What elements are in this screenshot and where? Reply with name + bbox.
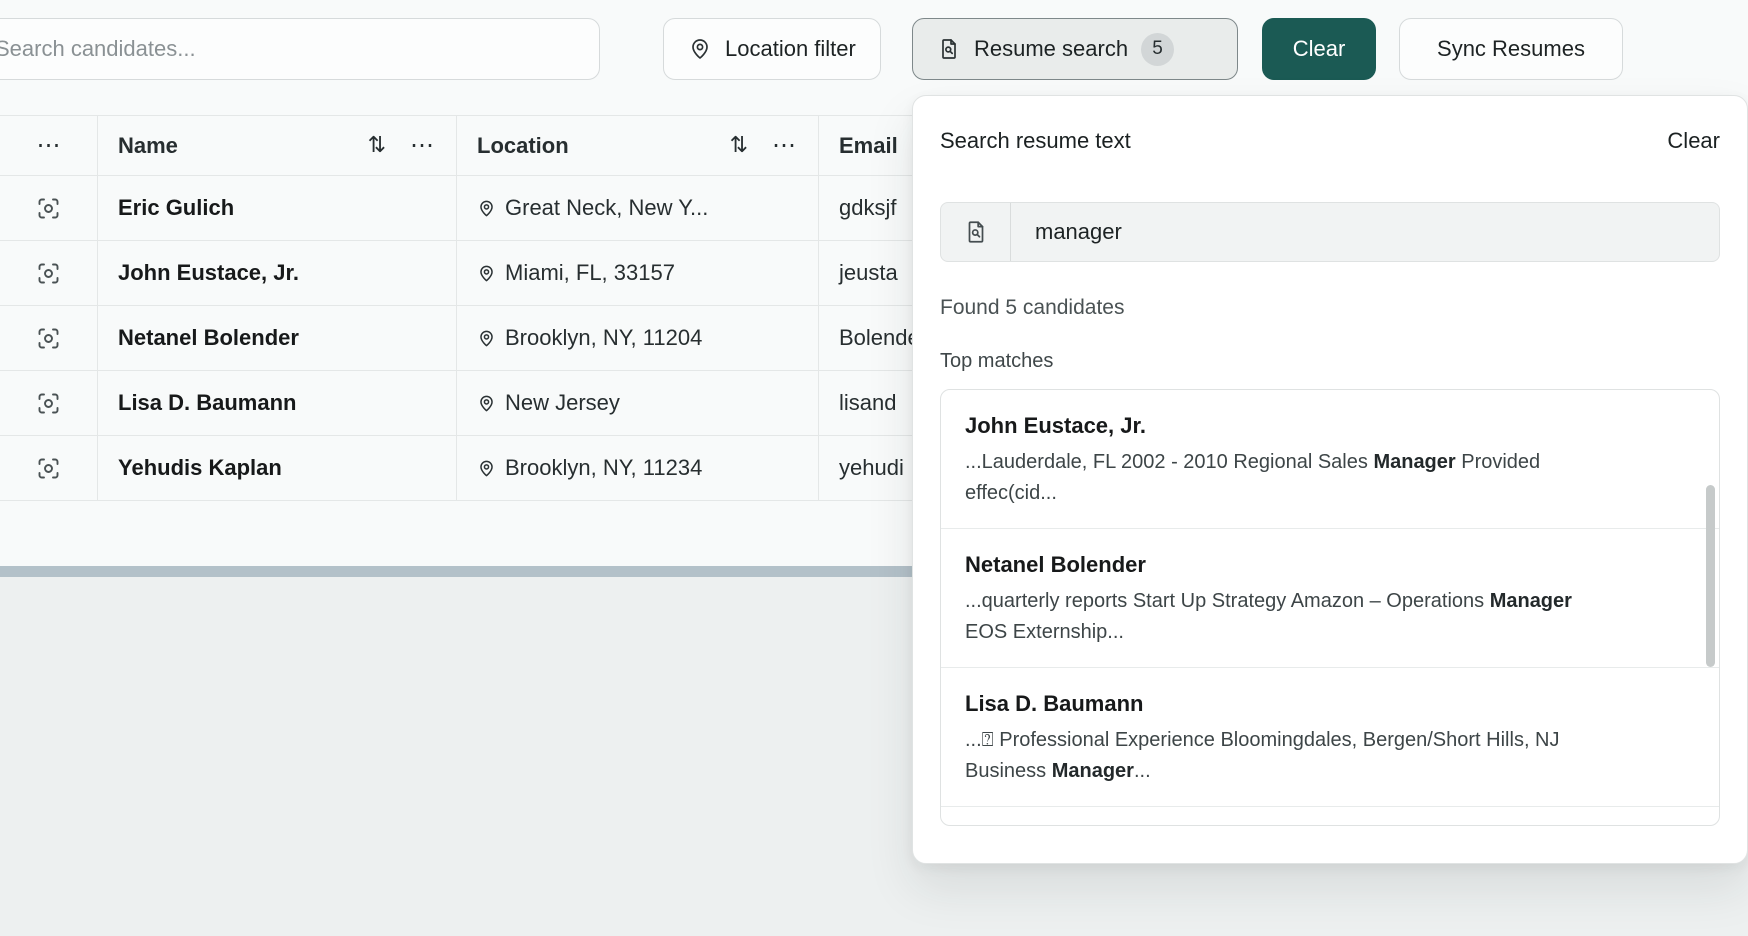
sort-icon-name[interactable]: ⇅ [368,133,386,158]
found-count-text: Found 5 candidates [940,296,1720,320]
location-filter-label: Location filter [725,36,856,62]
top-matches-label: Top matches [940,350,1720,373]
column-header-location: Location [477,133,569,159]
result-snippet: ...⍰ Professional Experience Bloomingdal… [965,725,1577,787]
sync-resumes-label: Sync Resumes [1437,36,1585,62]
row-menu-icon[interactable]: ⋯ [37,134,61,158]
file-search-icon [937,37,961,61]
clear-button[interactable]: Clear [1262,18,1376,80]
highlight-term: Manager [1373,451,1455,473]
result-item[interactable]: Lisa D. Baumann ...⍰ Professional Experi… [941,668,1719,807]
clear-button-label: Clear [1293,36,1346,62]
resume-query-input[interactable] [1011,219,1719,245]
scan-resume-icon[interactable] [35,455,62,482]
result-item[interactable]: Netanel Bolender ...quarterly reports St… [941,529,1719,668]
scan-resume-icon[interactable] [35,195,62,222]
candidates-page: Location filter Resume search 5 Clear Sy… [0,0,1748,936]
popover-clear-link[interactable]: Clear [1667,128,1720,154]
candidate-name: Netanel Bolender [98,306,457,370]
column-menu-icon-location[interactable]: ⋯ [772,134,796,158]
highlight-term: Manager [1490,590,1572,612]
result-item[interactable]: John Eustace, Jr. ...Lauderdale, FL 2002… [941,390,1719,529]
scan-resume-icon[interactable] [35,260,62,287]
scan-resume-icon[interactable] [35,390,62,417]
location-pin-icon [477,199,496,218]
column-menu-icon-name[interactable]: ⋯ [410,134,434,158]
result-candidate-name: Netanel Bolender [965,552,1679,578]
column-header-email: Email [839,133,898,159]
location-pin-icon [477,329,496,348]
candidate-location: Great Neck, New Y... [457,176,819,240]
resume-search-button[interactable]: Resume search 5 [912,18,1238,80]
horizontal-scrollbar[interactable] [0,566,912,577]
result-candidate-name: Lisa D. Baumann [965,691,1679,717]
candidate-location: Miami, FL, 33157 [457,241,819,305]
resume-search-count-badge: 5 [1141,33,1174,66]
result-snippet: ...Lauderdale, FL 2002 - 2010 Regional S… [965,447,1577,509]
column-header-name: Name [118,133,178,159]
sort-icon-location[interactable]: ⇅ [730,133,748,158]
resume-search-popover: Search resume text Clear Found 5 candida… [912,95,1748,864]
candidate-location: Brooklyn, NY, 11234 [457,436,819,500]
highlight-term: Manager [1052,760,1134,782]
scan-resume-icon[interactable] [35,325,62,352]
candidate-name: Eric Gulich [98,176,457,240]
toolbar: Location filter Resume search 5 Clear Sy… [0,0,1748,98]
result-snippet: ...quarterly reports Start Up Strategy A… [965,586,1577,648]
resume-search-label: Resume search [974,36,1128,62]
location-pin-icon [477,394,496,413]
sync-resumes-button[interactable]: Sync Resumes [1399,18,1623,80]
candidate-location: New Jersey [457,371,819,435]
location-pin-icon [688,37,712,61]
search-input[interactable] [0,18,600,80]
results-list: John Eustace, Jr. ...Lauderdale, FL 2002… [940,389,1720,826]
result-candidate-name: John Eustace, Jr. [965,413,1679,439]
location-pin-icon [477,459,496,478]
popover-title: Search resume text [940,128,1131,154]
location-filter-button[interactable]: Location filter [663,18,881,80]
candidate-name: Yehudis Kaplan [98,436,457,500]
location-pin-icon [477,264,496,283]
file-search-icon [941,203,1011,261]
candidate-location: Brooklyn, NY, 11204 [457,306,819,370]
resume-query-field [940,202,1720,262]
results-scrollbar[interactable] [1706,485,1715,667]
candidate-name: Lisa D. Baumann [98,371,457,435]
candidate-name: John Eustace, Jr. [98,241,457,305]
